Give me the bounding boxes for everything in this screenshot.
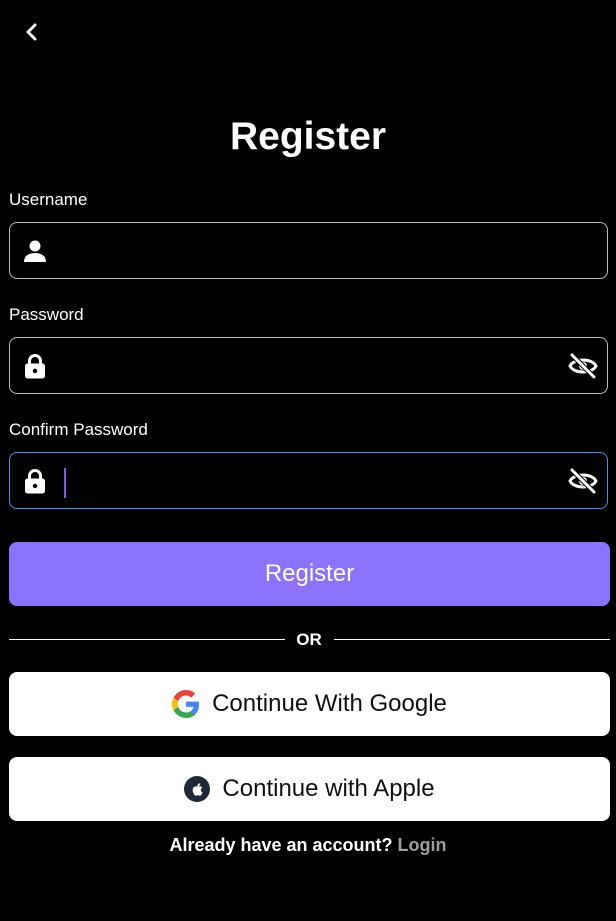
or-separator: OR: [296, 630, 322, 649]
person-icon: [24, 240, 46, 262]
apple-icon: [184, 776, 211, 802]
password-field[interactable]: [9, 337, 608, 394]
eye-off-icon[interactable]: [568, 467, 598, 495]
password-input[interactable]: [62, 338, 552, 393]
confirm-password-field[interactable]: [9, 452, 608, 509]
login-prompt: Already have an account? Login: [0, 834, 616, 856]
lock-icon: [25, 469, 45, 494]
continue-with-apple-button[interactable]: Continue with Apple: [9, 757, 610, 821]
username-field[interactable]: [9, 222, 608, 279]
password-label: Password: [9, 305, 84, 324]
apple-button-label: Continue with Apple: [222, 775, 435, 802]
chevron-left-icon: [26, 23, 37, 41]
register-button[interactable]: Register: [9, 542, 610, 606]
register-button-label: Register: [264, 560, 355, 587]
eye-off-icon[interactable]: [568, 352, 598, 380]
username-input[interactable]: [62, 223, 552, 278]
login-link[interactable]: Login: [398, 835, 447, 855]
page-title: Register: [229, 115, 387, 158]
google-icon: [172, 690, 200, 718]
back-button[interactable]: [18, 18, 46, 46]
lock-icon: [25, 354, 45, 379]
divider-left: [9, 639, 285, 640]
confirm-password-input[interactable]: [62, 453, 552, 508]
divider-right: [334, 639, 610, 640]
google-button-label: Continue With Google: [212, 690, 447, 717]
continue-with-google-button[interactable]: Continue With Google: [9, 672, 610, 736]
confirm-password-label: Confirm Password: [9, 420, 148, 439]
login-prompt-text: Already have an account?: [169, 835, 393, 855]
username-label: Username: [9, 190, 88, 209]
